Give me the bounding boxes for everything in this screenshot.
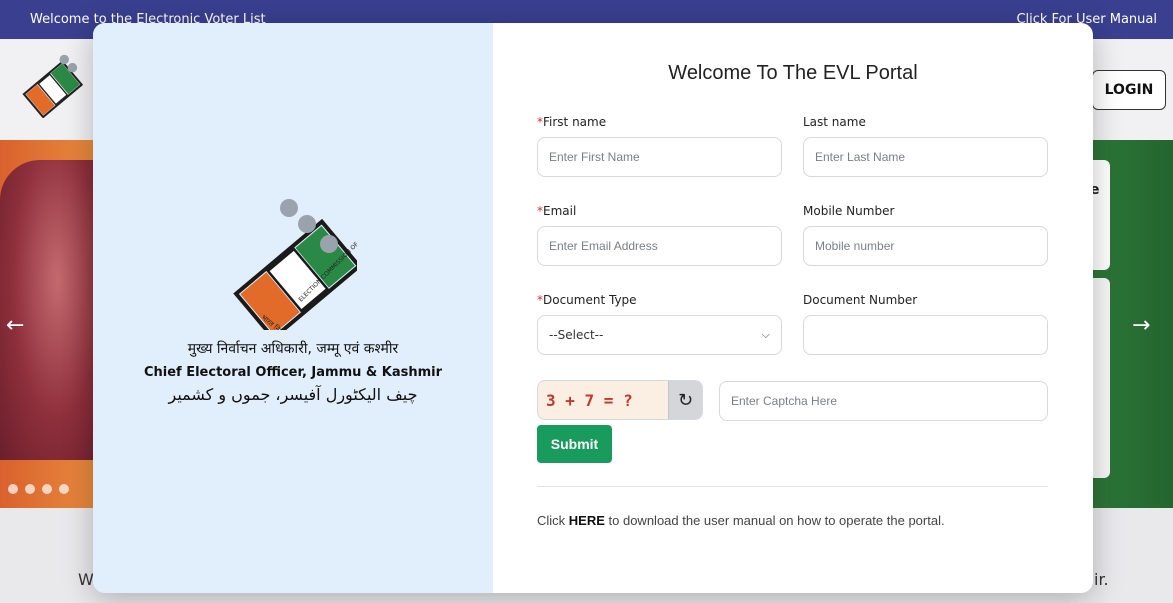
org-name-urdu: چیف الیکٹورل آفیسر، جموں و کشمیر <box>168 385 418 404</box>
first-name-input[interactable] <box>537 137 782 177</box>
carousel-indicators <box>8 484 69 494</box>
org-name-hindi: मुख्य निर्वाचन अधिकारी, जम्मू एवं कश्मीर <box>187 341 399 357</box>
modal-title: Welcome To The EVL Portal <box>668 62 918 84</box>
document-type-select[interactable]: --Select-- ⌵ <box>537 315 782 355</box>
eci-logo-icon <box>22 54 84 118</box>
background-text: W <box>78 570 94 589</box>
registration-modal: भारत निर्वाचन आयोग ELECTION COMMISSION O… <box>93 23 1093 593</box>
captcha-expression: 3 + 7 = ? <box>546 390 633 410</box>
mobile-input[interactable] <box>803 226 1048 266</box>
chevron-down-icon: ⌵ <box>761 328 770 341</box>
document-type-selected: --Select-- <box>549 328 604 342</box>
captcha-box: 3 + 7 = ? ↻ <box>537 380 703 420</box>
document-number-label: Document Number <box>803 293 918 307</box>
refresh-icon[interactable]: ↻ <box>668 381 702 419</box>
carousel-dot[interactable] <box>25 484 35 494</box>
carousel-dot[interactable] <box>59 484 69 494</box>
captcha-input[interactable] <box>719 381 1048 421</box>
carousel-dot[interactable] <box>42 484 52 494</box>
user-manual-note: Click HERE to download the user manual o… <box>537 513 945 528</box>
document-type-label: *Document Type <box>537 293 637 307</box>
registration-form-panel: Welcome To The EVL Portal *First name La… <box>493 23 1093 593</box>
mobile-label: Mobile Number <box>803 204 895 218</box>
last-name-input[interactable] <box>803 137 1048 177</box>
email-input[interactable] <box>537 226 782 266</box>
email-label: *Email <box>537 204 577 218</box>
first-name-label: *First name <box>537 115 607 129</box>
download-manual-link[interactable]: HERE <box>569 513 605 528</box>
banner-image <box>0 160 95 460</box>
eci-logo-icon: भारत निर्वाचन आयोग ELECTION COMMISSION O… <box>233 199 357 330</box>
document-number-input[interactable] <box>803 315 1048 355</box>
divider <box>537 486 1048 487</box>
submit-button[interactable]: Submit <box>537 425 612 463</box>
carousel-dot[interactable] <box>8 484 18 494</box>
carousel-next-icon[interactable]: → <box>1132 313 1150 338</box>
last-name-label: Last name <box>803 115 866 129</box>
carousel-prev-icon[interactable]: ← <box>6 313 24 338</box>
background-text: ir. <box>1094 570 1109 589</box>
modal-branding-panel: भारत निर्वाचन आयोग ELECTION COMMISSION O… <box>93 23 493 593</box>
org-name-english: Chief Electoral Officer, Jammu & Kashmir <box>143 365 443 380</box>
login-button[interactable]: LOGIN <box>1092 70 1166 110</box>
